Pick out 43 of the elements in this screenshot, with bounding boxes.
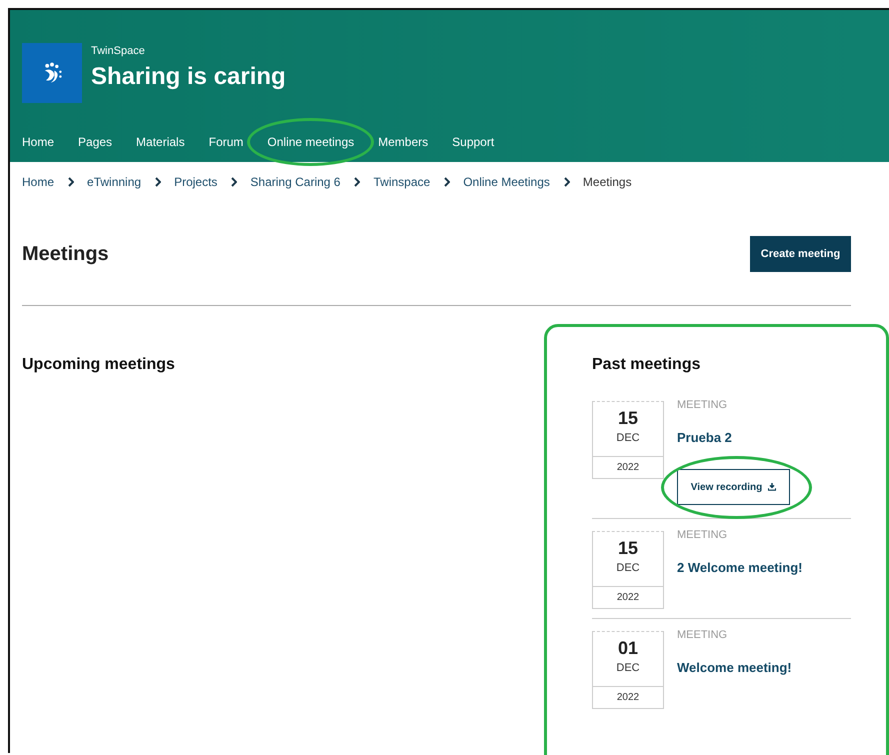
meeting-title[interactable]: 2 Welcome meeting! <box>677 560 802 575</box>
create-meeting-button[interactable]: Create meeting <box>750 236 851 272</box>
meeting-type: MEETING <box>677 529 728 541</box>
meeting-type: MEETING <box>677 629 728 641</box>
date-day: 01 <box>593 638 663 659</box>
nav-item[interactable]: Members <box>366 132 440 152</box>
nav-item[interactable]: Home <box>22 132 66 152</box>
chevron-icon <box>154 177 162 187</box>
date-day: 15 <box>593 538 663 559</box>
meeting-title[interactable]: Welcome meeting! <box>677 660 792 675</box>
view-recording-button[interactable]: View recording <box>677 469 790 505</box>
section-title: Past meetings <box>592 356 702 374</box>
chevron-icon <box>443 177 450 187</box>
page-title: Meetings <box>22 242 109 266</box>
section-title: Upcoming meetings <box>22 356 176 374</box>
date-year: 2022 <box>616 591 640 605</box>
nav-item[interactable]: Forum <box>196 132 256 152</box>
chevron-icon <box>230 177 238 187</box>
chevron-icon <box>562 177 570 187</box>
breadcrumb-link[interactable]: Online Meetings <box>463 175 550 189</box>
date-year: 2022 <box>616 691 640 705</box>
chevron-icon <box>67 177 74 187</box>
nav-item[interactable]: Pages <box>66 132 124 152</box>
nav-item[interactable]: Online meetings <box>255 132 366 152</box>
nav-item[interactable]: Support <box>440 132 506 152</box>
breadcrumb-link[interactable]: Sharing Caring 6 <box>250 175 340 189</box>
breadcrumb-link[interactable]: Home <box>22 175 54 189</box>
breadcrumb-current: Meetings <box>582 175 632 189</box>
date-month: DEC <box>615 432 641 444</box>
meeting-type: MEETING <box>677 399 728 411</box>
meeting-title[interactable]: Prueba 2 <box>677 430 732 445</box>
date-month: DEC <box>615 662 641 674</box>
date-month: DEC <box>615 562 641 574</box>
breadcrumb-link[interactable]: Twinspace <box>373 175 430 189</box>
chevron-icon <box>353 177 360 187</box>
nav-item[interactable]: Materials <box>124 132 197 152</box>
brand-name: TwinSpace <box>91 45 146 57</box>
site-title: Sharing is caring <box>91 63 286 91</box>
date-day: 15 <box>593 408 663 429</box>
date-year: 2022 <box>616 461 640 475</box>
breadcrumb-link[interactable]: eTwinning <box>87 175 142 189</box>
breadcrumb-link[interactable]: Projects <box>174 175 218 189</box>
download-icon <box>768 483 776 491</box>
